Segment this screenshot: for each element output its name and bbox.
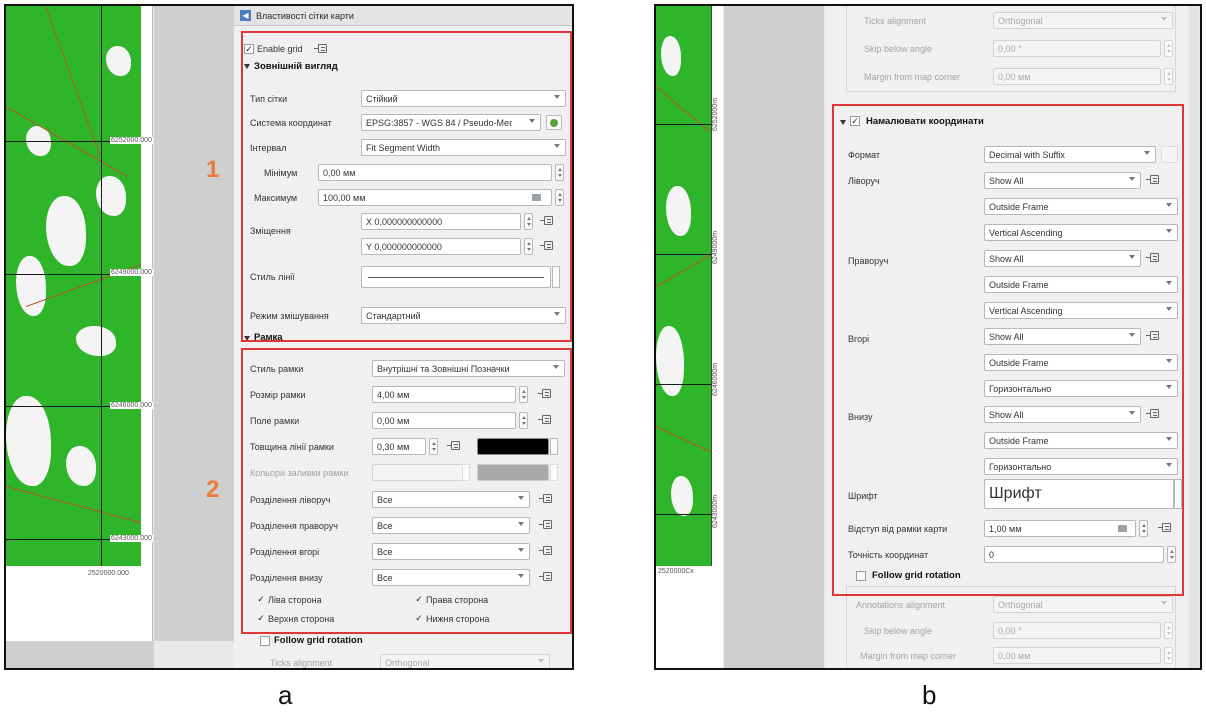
annotations-alignment-select[interactable]: Orthogonal (993, 596, 1173, 613)
back-arrow-icon[interactable]: ◀ (240, 10, 251, 21)
map-coord-label: 6249000m (712, 230, 719, 264)
scrollbar[interactable] (1189, 6, 1199, 668)
skip-below-angle-input[interactable]: 0,00 ° (993, 40, 1161, 57)
frame-edge (711, 6, 712, 566)
panel-b-screenshot: 6252000m 6249000m 6246000m 6243000m 2520… (654, 4, 1202, 670)
margin-from-corner-label: Margin from map corner (864, 72, 961, 82)
skip-below-angle-label: Skip below angle (864, 44, 933, 54)
follow-grid-rotation-label: Follow grid rotation (274, 635, 363, 646)
canvas-bottom (6, 641, 154, 668)
dock-title-bar: ◀ Властивості сітки карти (234, 6, 572, 26)
ticks-alignment-label: Ticks alignment (270, 658, 333, 668)
map-coord-label: 2520000.000 (88, 570, 129, 577)
marker-2: 2 (206, 476, 220, 503)
map-coord-label: 6246000.000 (110, 402, 153, 409)
canvas-gutter (154, 6, 234, 641)
highlight-appearance (241, 31, 572, 342)
margin-from-corner-label: Margin from map corner (860, 651, 957, 661)
annotations-alignment-label: Annotations alignment (856, 600, 946, 610)
skip-below-angle-label: Skip below angle (864, 626, 933, 636)
highlight-frame (241, 348, 572, 634)
marker-1: 1 (206, 156, 220, 183)
margin-from-corner-spinner[interactable] (1164, 68, 1173, 85)
canvas-gutter (724, 6, 824, 668)
map-coord-label: 6252000.000 (110, 137, 153, 144)
ticks-alignment-label: Ticks alignment (864, 16, 927, 26)
margin-from-corner-input[interactable]: 0,00 мм (993, 68, 1161, 85)
margin-from-corner-input[interactable]: 0,00 мм (993, 647, 1161, 664)
map-canvas[interactable] (6, 6, 141, 641)
margin-from-corner-spinner[interactable] (1164, 647, 1173, 664)
map-coord-label: 2520000Cx (658, 568, 694, 575)
dock-title: Властивості сітки карти (256, 10, 354, 21)
ticks-alignment-select[interactable]: Orthogonal (380, 654, 550, 668)
map-coord-label: 6252000m (712, 97, 719, 131)
page-margin (141, 6, 153, 641)
highlight-draw-coordinates (832, 104, 1184, 596)
map-coord-label: 6246000m (712, 362, 719, 396)
map-coord-label: 6243000.000 (110, 535, 153, 542)
skip-below-angle-input[interactable]: 0,00 ° (993, 622, 1161, 639)
caption-b: b (922, 680, 937, 710)
map-coord-label: 6243000m (712, 494, 719, 528)
skip-below-angle-spinner[interactable] (1164, 40, 1173, 57)
skip-below-angle-spinner[interactable] (1164, 622, 1173, 639)
follow-grid-rotation-checkbox[interactable] (260, 636, 270, 646)
ticks-alignment-select[interactable]: Orthogonal (993, 12, 1173, 29)
caption-a: a (278, 680, 293, 710)
panel-a-screenshot: 6252000.000 6249000.000 6246000.000 6243… (4, 4, 574, 670)
map-coord-label: 6249000.000 (110, 269, 153, 276)
